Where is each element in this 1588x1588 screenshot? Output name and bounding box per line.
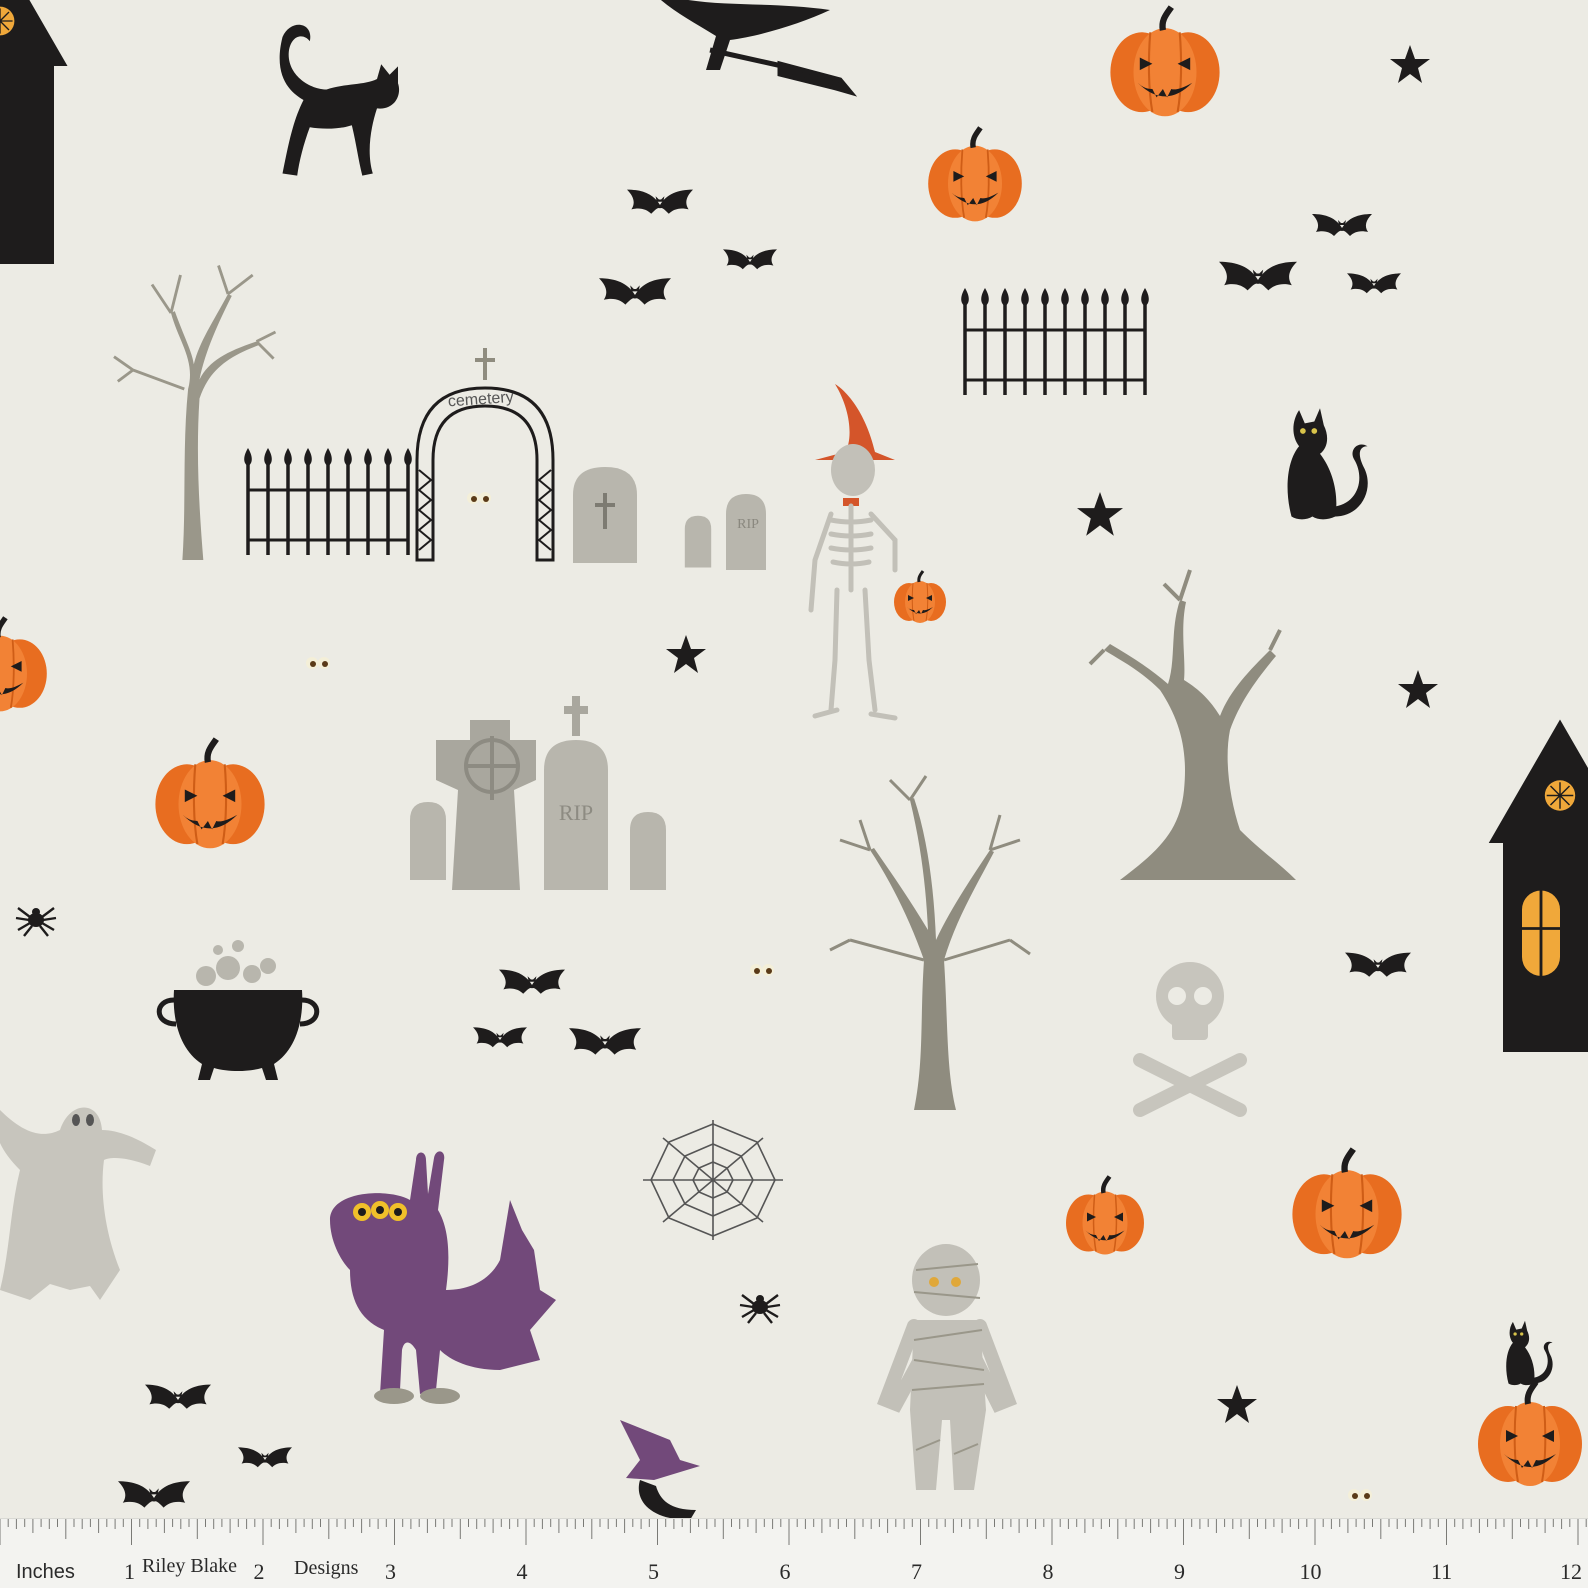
ruler-number: 11 (1431, 1559, 1453, 1584)
ruler-number: 7 (911, 1559, 922, 1584)
halloween-pattern: cemetery RIP RIP (0, 0, 1588, 1518)
ruler-brand-left: Riley Blake (142, 1555, 237, 1577)
ruler-number: 12 (1560, 1559, 1582, 1584)
ruler-number: 5 (648, 1559, 659, 1584)
ruler-number: 10 (1299, 1559, 1322, 1584)
ruler-number: 8 (1042, 1559, 1054, 1584)
ruler-number: 6 (779, 1559, 791, 1584)
ruler-number: 4 (516, 1559, 528, 1584)
haunted-house (0, 0, 69, 266)
ruler-unit-label: Inches (16, 1561, 75, 1583)
tombstone-inscription: RIP (737, 517, 759, 532)
ruler-number: 1 (124, 1559, 135, 1584)
ruler-ticks (0, 1519, 1587, 1545)
haunted-house (1487, 718, 1588, 1054)
tombstone-inscription: RIP (559, 800, 593, 825)
selvage-ruler: Inches Riley Blake Designs 1 2 3 4 5 6 7 8 9 10 11… (0, 1518, 1588, 1588)
ruler-brand-right: Designs (294, 1557, 359, 1579)
ruler-number: 2 (253, 1559, 265, 1584)
ruler-number: 9 (1174, 1559, 1185, 1584)
ruler-number: 3 (385, 1559, 396, 1584)
fabric-print: cemetery RIP RIP Inches Riley Blake Desi… (0, 0, 1588, 1588)
